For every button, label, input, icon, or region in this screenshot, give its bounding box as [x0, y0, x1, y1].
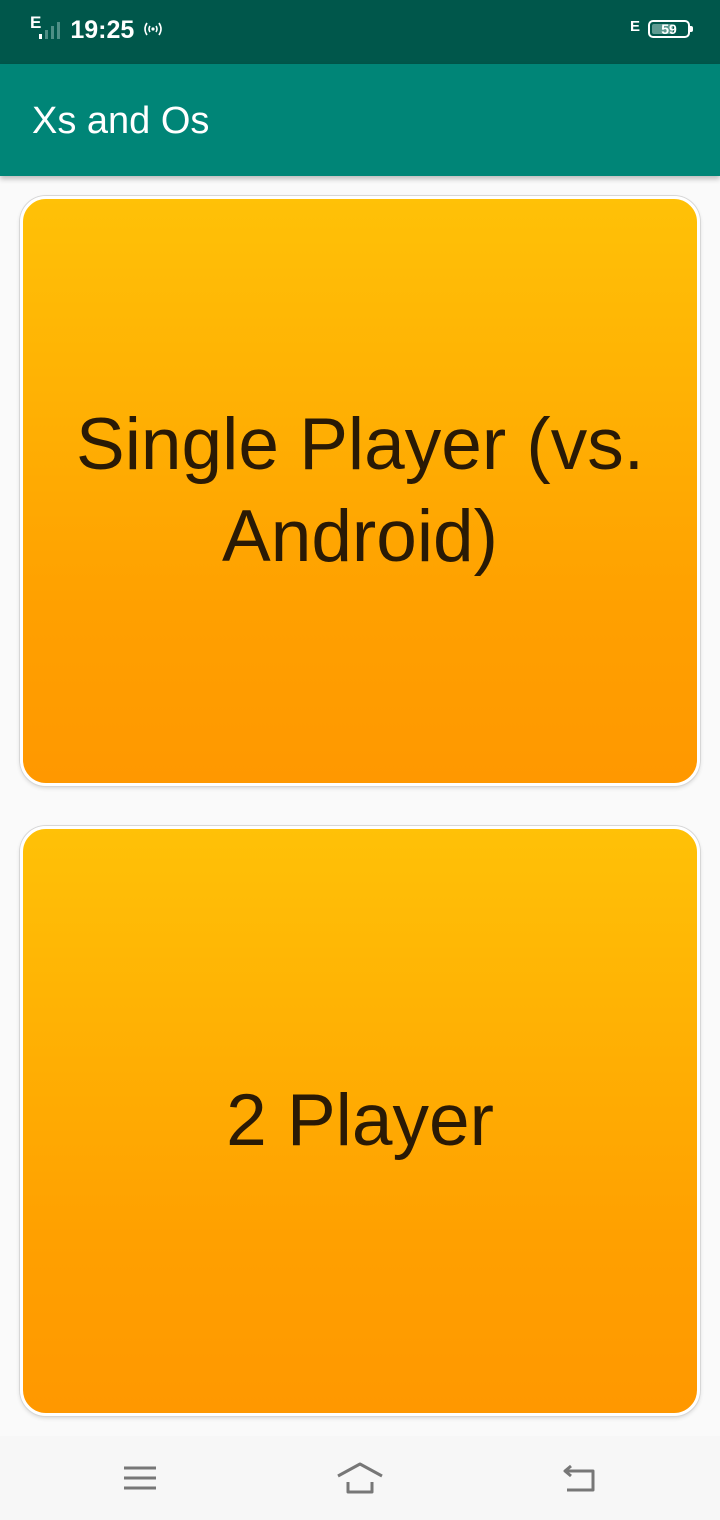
signal-icon	[39, 21, 61, 39]
app-title: Xs and Os	[32, 100, 210, 142]
status-time: 19:25	[70, 16, 135, 44]
single-player-button[interactable]: Single Player (vs. Android)	[20, 196, 700, 786]
two-player-label: 2 Player	[226, 1080, 494, 1161]
back-icon[interactable]	[549, 1458, 609, 1498]
navigation-bar	[0, 1436, 720, 1520]
network-type-right-label: E	[629, 17, 640, 35]
two-player-button[interactable]: 2 Player	[20, 826, 700, 1416]
single-player-label: Single Player (vs. Android)	[76, 404, 644, 577]
status-bar: E 19:25 E 59	[0, 0, 720, 64]
app-bar: Xs and Os	[0, 64, 720, 176]
status-left: E 19:25	[30, 13, 164, 43]
hotspot-icon	[142, 20, 164, 41]
menu-icon[interactable]	[110, 1458, 170, 1498]
battery-icon: 59	[648, 20, 693, 38]
status-right: E 59	[629, 17, 693, 38]
network-type-label: E	[30, 13, 42, 32]
battery-level: 59	[661, 21, 677, 37]
home-icon[interactable]	[330, 1458, 390, 1498]
